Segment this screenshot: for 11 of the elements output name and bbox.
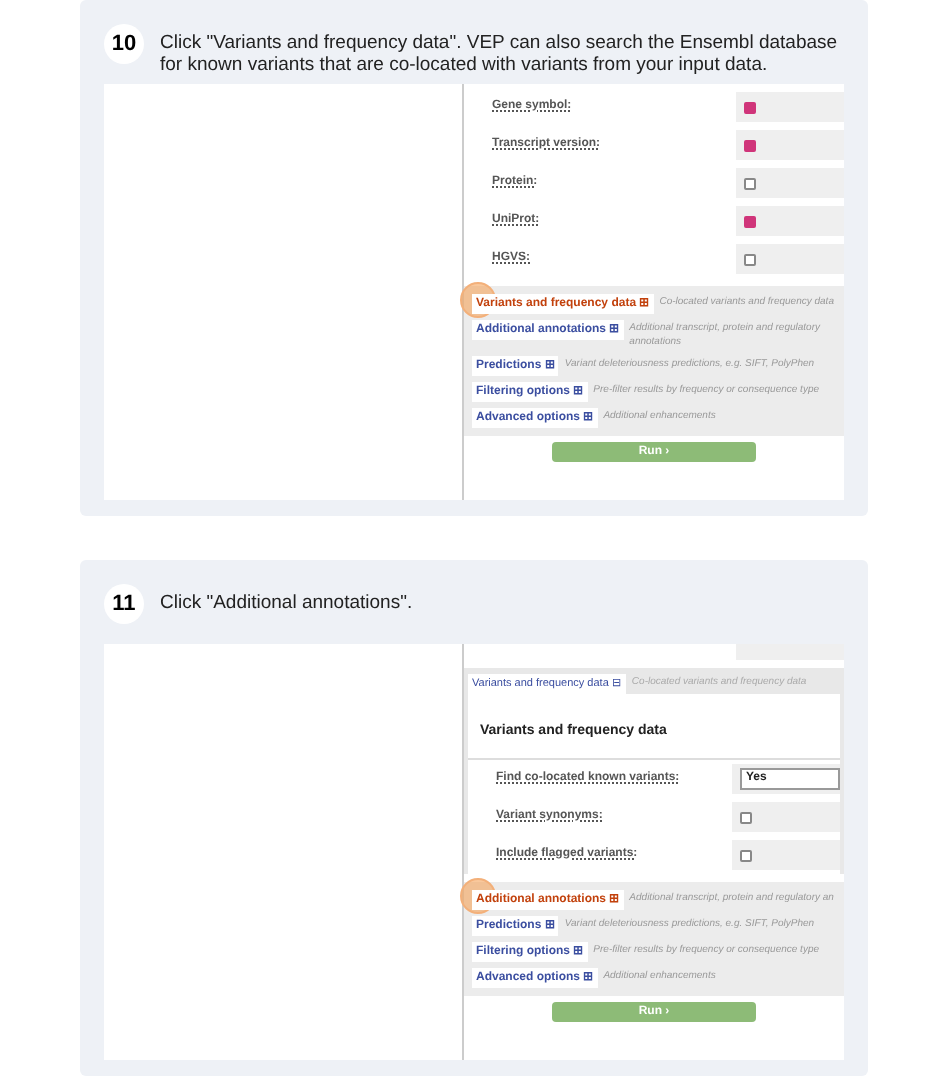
- step-instruction: Click "Additional annotations".: [160, 590, 413, 614]
- checkbox[interactable]: [744, 215, 756, 227]
- checkbox[interactable]: [744, 253, 756, 265]
- checkbox[interactable]: [740, 849, 752, 861]
- step-instruction: Click "Variants and frequency data". VEP can also search the Ensembl database for known variants that are co-located with variants from your input data.: [160, 30, 840, 76]
- checkbox[interactable]: [740, 811, 752, 823]
- checkbox[interactable]: [744, 101, 756, 113]
- checkbox[interactable]: [744, 177, 756, 189]
- step-number: 10: [104, 24, 144, 64]
- checkbox[interactable]: [744, 139, 756, 151]
- step-number: 11: [104, 584, 144, 624]
